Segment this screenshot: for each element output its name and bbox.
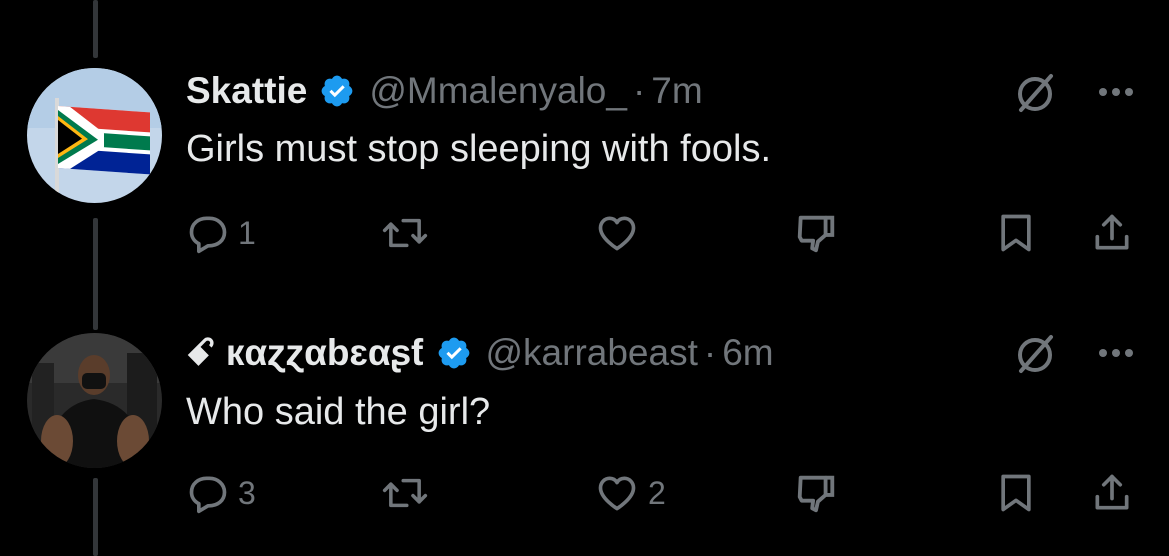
reply-button[interactable]: 1 <box>186 208 256 258</box>
south-africa-flag-avatar <box>27 68 162 203</box>
timestamp[interactable]: 6m <box>722 332 773 374</box>
more-icon[interactable] <box>1093 343 1139 363</box>
bookmark-button[interactable] <box>994 208 1038 258</box>
downvote-icon <box>797 475 835 513</box>
tweet-header: Skattie @Mmalenyalo_ · 7m <box>186 68 703 114</box>
share-icon <box>1095 474 1129 510</box>
display-name[interactable]: Skattie <box>186 70 307 112</box>
verified-badge-icon <box>319 73 355 109</box>
tweet-header: ꗃ кαɀɀαbɛαʂƭ @karrabeast · 6m <box>186 330 774 376</box>
more-icon[interactable] <box>1093 82 1139 102</box>
reply-count: 1 <box>238 214 256 251</box>
thread-line-middle <box>93 218 98 330</box>
share-icon <box>1095 214 1129 250</box>
retweet-icon <box>382 218 428 248</box>
retweet-button[interactable] <box>382 468 428 518</box>
separator-dot: · <box>632 70 646 111</box>
bookmark-icon <box>1001 214 1031 252</box>
grok-icon[interactable] <box>1013 331 1059 377</box>
share-button[interactable] <box>1090 208 1134 258</box>
bookmark-button[interactable] <box>994 468 1038 518</box>
thread-line-top <box>93 0 98 58</box>
user-handle[interactable]: @karrabeast <box>486 332 698 374</box>
tweet-text: Who said the girl? <box>186 391 491 433</box>
thread-line-bottom <box>93 478 98 556</box>
like-button[interactable] <box>594 208 640 258</box>
tweet-thread: Skattie @Mmalenyalo_ · 7m Girls must sto… <box>0 0 1169 556</box>
avatar[interactable] <box>27 333 162 468</box>
like-button[interactable]: 2 <box>594 468 666 518</box>
retweet-button[interactable] <box>382 208 428 258</box>
display-name[interactable]: ꗃ кαɀɀαbɛαʂƭ <box>186 332 424 375</box>
like-icon <box>598 476 636 511</box>
reply-button[interactable]: 3 <box>186 468 256 518</box>
like-icon <box>598 216 636 251</box>
like-count: 2 <box>648 474 666 511</box>
gym-man-avatar <box>27 333 162 468</box>
bookmark-icon <box>1001 474 1031 512</box>
retweet-icon <box>382 478 428 508</box>
downvote-button[interactable] <box>792 208 840 258</box>
tweet-actions: 1 <box>186 208 1146 258</box>
user-handle[interactable]: @Mmalenyalo_ <box>369 70 627 112</box>
separator-dot: · <box>703 332 717 373</box>
reply-icon <box>189 216 227 254</box>
tweet-text: Girls must stop sleeping with fools. <box>186 128 772 170</box>
avatar[interactable] <box>27 68 162 203</box>
share-button[interactable] <box>1090 468 1134 518</box>
grok-icon[interactable] <box>1013 70 1059 116</box>
downvote-button[interactable] <box>792 468 840 518</box>
reply-count: 3 <box>238 474 256 511</box>
reply-icon <box>189 476 227 514</box>
tweet-actions: 3 2 <box>186 468 1146 518</box>
downvote-icon <box>797 215 835 253</box>
timestamp[interactable]: 7m <box>651 70 702 112</box>
verified-badge-icon <box>436 335 472 371</box>
